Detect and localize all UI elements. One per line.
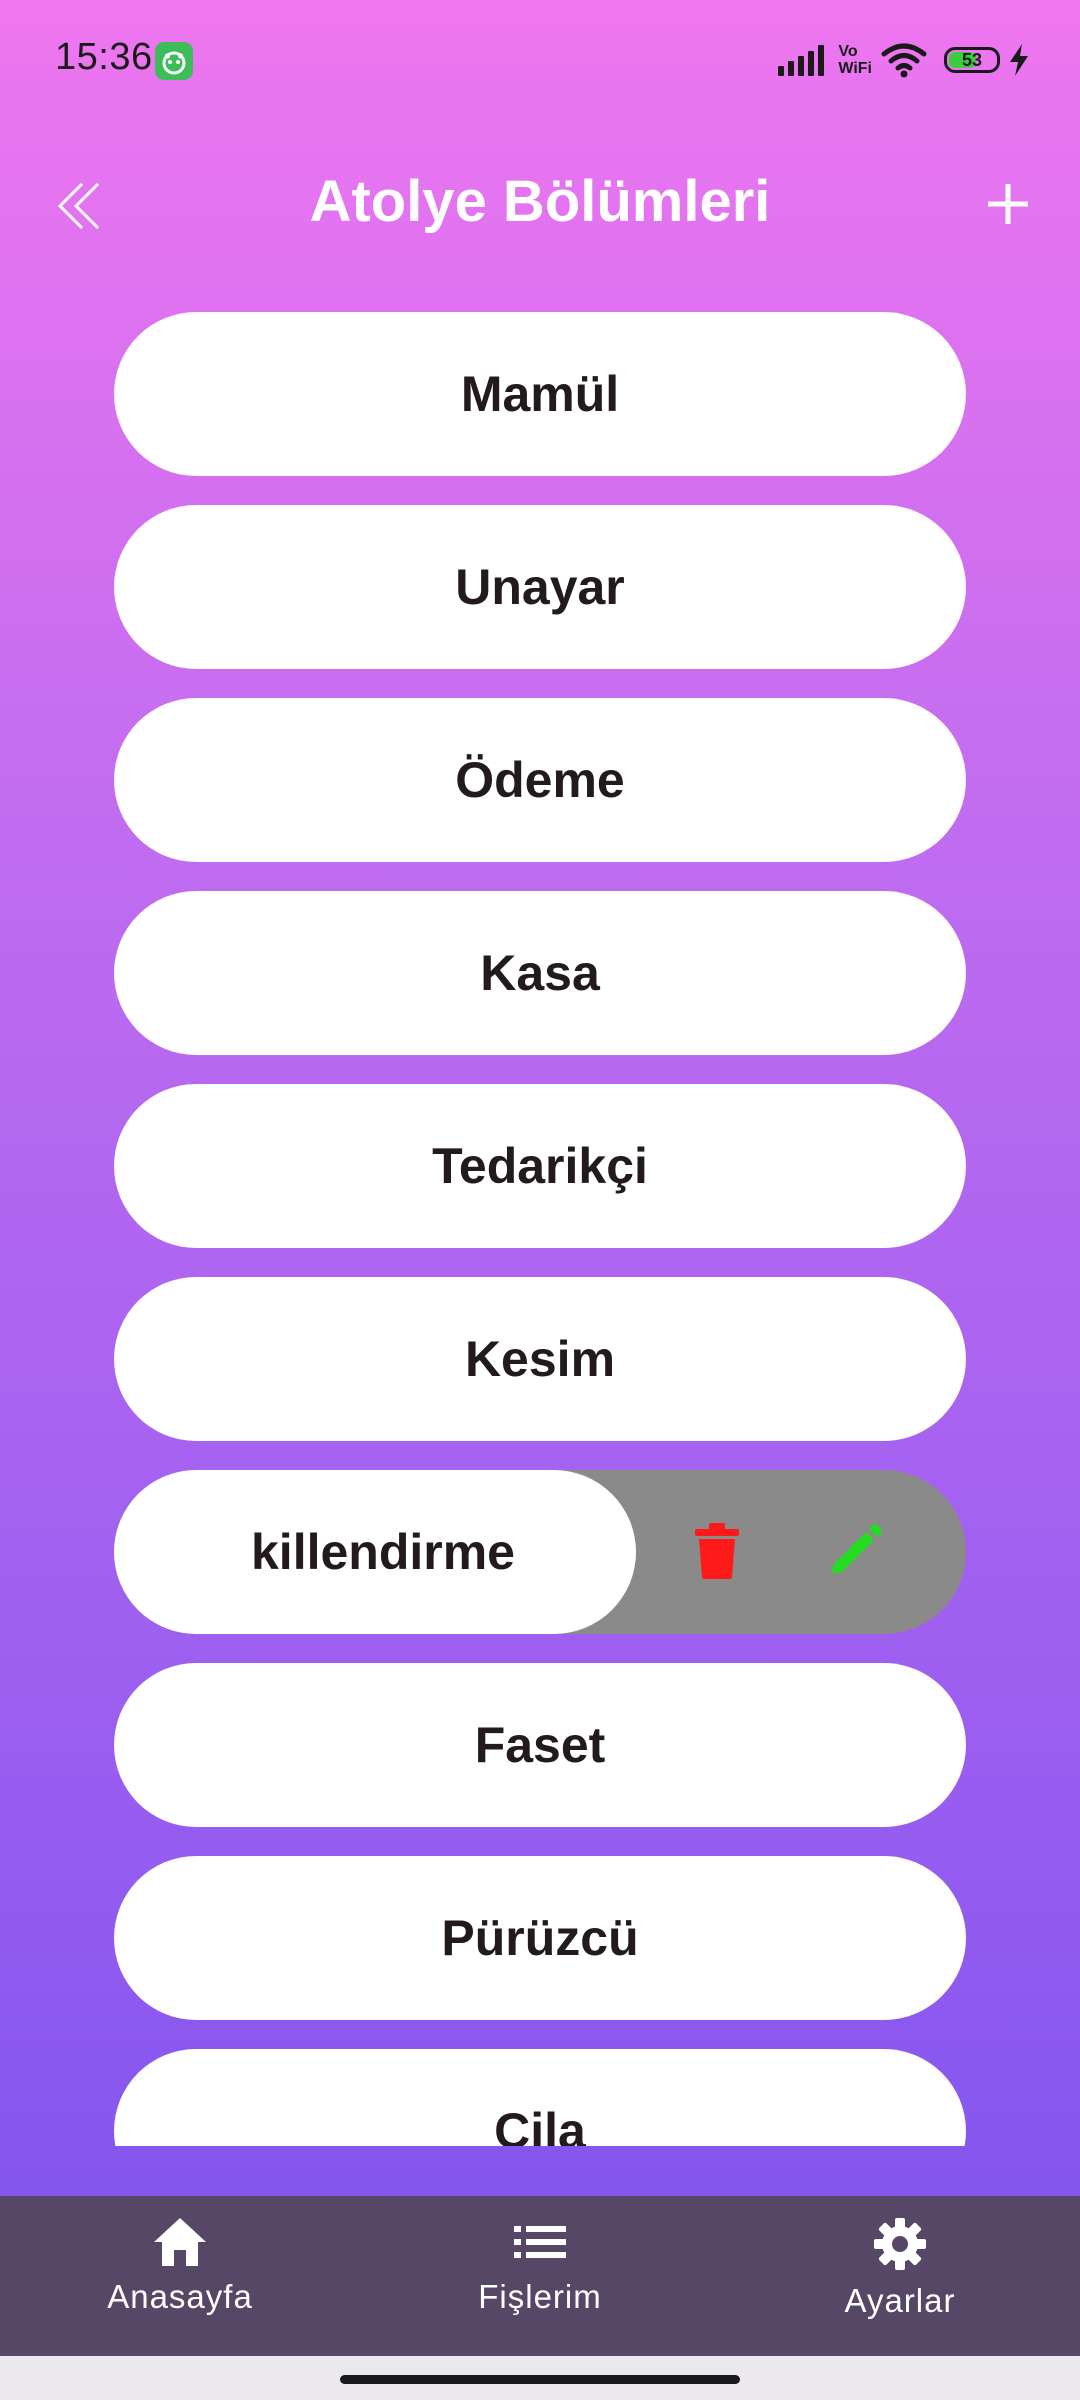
page-title: Atolye Bölümleri	[309, 169, 771, 234]
swiped-item-pill[interactable]: killendirme	[114, 1470, 636, 1634]
list-item[interactable]: Mamül	[114, 312, 966, 476]
nav-label: Anasayfa	[107, 2278, 253, 2315]
app-screen: 15:36 Vo WiFi 53 Atolye Bölümleri Mamül …	[0, 0, 1080, 2400]
list-item-swiped[interactable]: killendirme	[114, 1470, 966, 1634]
status-icons: Vo WiFi 53	[778, 38, 1030, 82]
bottom-navigation: Anasayfa Fişlerim Ayarlar	[0, 2196, 1080, 2356]
list-item[interactable]: Cila	[114, 2049, 966, 2146]
list-icon	[514, 2226, 566, 2258]
nav-label: Ayarlar	[844, 2282, 956, 2319]
section-label: Ödeme	[114, 698, 966, 862]
nav-receipts[interactable]: Fişlerim	[390, 2196, 690, 2356]
status-time: 15:36	[55, 36, 153, 78]
delete-button[interactable]	[694, 1522, 740, 1580]
section-label: Faset	[114, 1663, 966, 1827]
section-label: Pürüzcü	[114, 1856, 966, 2020]
section-label: Kasa	[114, 891, 966, 1055]
gear-icon	[874, 2218, 926, 2270]
section-label: Tedarikçi	[114, 1084, 966, 1248]
section-label: Unayar	[114, 505, 966, 669]
list-item[interactable]: Ödeme	[114, 698, 966, 862]
list-item[interactable]: Tedarikçi	[114, 1084, 966, 1248]
wifi-icon	[881, 43, 927, 78]
home-icon	[154, 2218, 206, 2266]
plus-icon	[988, 184, 1028, 224]
section-label: killendirme	[251, 1524, 515, 1580]
notification-app-icon	[155, 42, 193, 80]
edit-button[interactable]	[828, 1522, 884, 1578]
section-label: Cila	[114, 2049, 966, 2146]
list-item[interactable]: Unayar	[114, 505, 966, 669]
section-label: Kesim	[114, 1277, 966, 1441]
battery-level: 53	[961, 49, 983, 70]
section-label: Mamül	[114, 312, 966, 476]
app-bar: Atolye Bölümleri	[0, 150, 1080, 260]
list-item[interactable]: Kesim	[114, 1277, 966, 1441]
battery-icon: 53	[944, 47, 1000, 73]
charging-bolt-icon	[1010, 44, 1028, 76]
list-item[interactable]: Kasa	[114, 891, 966, 1055]
nav-settings[interactable]: Ayarlar	[750, 2196, 1050, 2356]
trash-icon	[695, 1523, 739, 1579]
home-indicator[interactable]	[340, 2375, 740, 2384]
add-section-button[interactable]	[976, 172, 1040, 236]
list-item[interactable]: Faset	[114, 1663, 966, 1827]
nav-label: Fişlerim	[478, 2278, 602, 2315]
signal-icon	[778, 44, 825, 76]
status-bar: 15:36 Vo WiFi 53	[0, 0, 1080, 120]
gesture-area	[0, 2356, 1080, 2400]
vowifi-label: Vo WiFi	[838, 43, 872, 77]
list-item[interactable]: Pürüzcü	[114, 1856, 966, 2020]
nav-home[interactable]: Anasayfa	[30, 2196, 330, 2356]
pencil-icon	[832, 1524, 882, 1574]
section-list[interactable]: Mamül Unayar Ödeme Kasa Tedarikçi Kesim	[114, 312, 966, 2146]
